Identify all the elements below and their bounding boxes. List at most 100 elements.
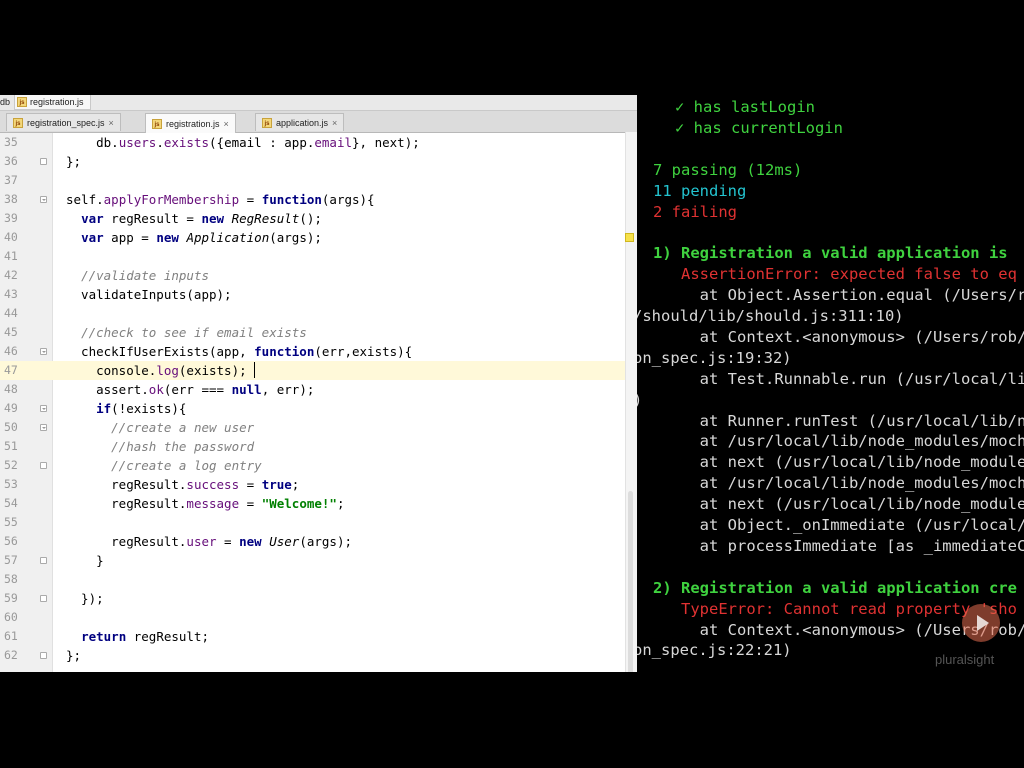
code-line[interactable]: 42 //validate inputs xyxy=(0,266,625,285)
code-line[interactable]: 50 //create a new user xyxy=(0,418,625,437)
code-line[interactable]: 60 xyxy=(0,608,625,627)
code-line[interactable]: 54 regResult.message = "Welcome!"; xyxy=(0,494,625,513)
js-file-icon: js xyxy=(262,117,272,128)
tab-application[interactable]: js application.js × xyxy=(255,113,345,131)
terminal-line: at Object._onImmediate (/usr/local/ xyxy=(653,516,1024,534)
code-text: var regResult = new RegResult(); xyxy=(81,211,322,226)
code-line[interactable]: 56 regResult.user = new User(args); xyxy=(0,532,625,551)
editor-tabs: js registration_spec.js × js registratio… xyxy=(0,111,637,133)
code-line[interactable]: 47 console.log(exists); xyxy=(0,361,625,380)
terminal-line: 2 failing xyxy=(653,202,737,221)
code-line[interactable]: 37 xyxy=(0,171,625,190)
line-number: 44 xyxy=(4,306,18,320)
code-line[interactable]: 44 xyxy=(0,304,625,323)
code-line[interactable]: 51 //hash the password xyxy=(0,437,625,456)
code-line[interactable]: 39 var regResult = new RegResult(); xyxy=(0,209,625,228)
terminal-line: at Context.<anonymous> (/Users/rob/ xyxy=(653,327,1024,346)
fold-toggle-icon[interactable] xyxy=(40,405,47,412)
code-line[interactable]: 58 xyxy=(0,570,625,589)
terminal-line: at Object.Assertion.equal (/Users/r xyxy=(653,286,1024,305)
js-file-icon: js xyxy=(17,97,27,107)
code-line[interactable]: 35 db.users.exists({email : app.email}, … xyxy=(0,133,625,152)
code-line[interactable]: 46 checkIfUserExists(app, function(err,e… xyxy=(0,342,625,361)
code-line[interactable]: 43 validateInputs(app); xyxy=(0,285,625,304)
breadcrumb-file-label: registration.js xyxy=(30,97,84,107)
code-text: //check to see if email exists xyxy=(81,325,307,340)
line-number: 39 xyxy=(4,211,18,225)
tab-registration[interactable]: js registration.js × xyxy=(145,113,236,133)
line-number: 52 xyxy=(4,458,18,472)
code-line[interactable]: 38 self.applyForMembership = function(arg… xyxy=(0,190,625,209)
code-line[interactable]: 41 xyxy=(0,247,625,266)
close-icon[interactable]: × xyxy=(109,118,114,128)
warning-marker-icon[interactable] xyxy=(625,233,634,242)
code-line[interactable]: 52 //create a log entry xyxy=(0,456,625,475)
code-line[interactable]: 40 var app = new Application(args); xyxy=(0,228,625,247)
code-line[interactable]: 49 if(!exists){ xyxy=(0,399,625,418)
terminal-line: at Test.Runnable.run (/usr/local/li xyxy=(653,369,1024,388)
line-number: 45 xyxy=(4,325,18,339)
fold-toggle-icon[interactable] xyxy=(40,595,47,602)
close-icon[interactable]: × xyxy=(224,119,229,129)
code-editor[interactable]: db js registration.js js registration_sp… xyxy=(0,95,637,672)
terminal-line: 7 passing (12ms) xyxy=(653,160,803,179)
fold-toggle-icon[interactable] xyxy=(40,424,47,431)
tab-label: registration_spec.js xyxy=(27,117,105,128)
code-text: checkIfUserExists(app, function(err,exis… xyxy=(66,344,413,359)
line-number: 55 xyxy=(4,515,18,529)
code-text: var app = new Application(args); xyxy=(81,230,322,245)
line-number: 49 xyxy=(4,401,18,415)
code-line[interactable]: 61 return regResult; xyxy=(0,627,625,646)
play-icon[interactable] xyxy=(962,604,1000,642)
code-text: self.applyForMembership = function(args)… xyxy=(66,192,375,207)
fold-toggle-icon[interactable] xyxy=(40,652,47,659)
line-number: 40 xyxy=(4,230,18,244)
fold-toggle-icon[interactable] xyxy=(40,348,47,355)
text-cursor xyxy=(254,362,255,378)
fold-toggle-icon[interactable] xyxy=(40,557,47,564)
code-line[interactable]: 55 xyxy=(0,513,625,532)
terminal-line: at next (/usr/local/lib/node_module xyxy=(653,453,1024,472)
tab-label: registration.js xyxy=(166,118,220,129)
line-number: 41 xyxy=(4,249,18,263)
code-line[interactable]: 36}; xyxy=(0,152,625,171)
code-text: regResult.user = new User(args); xyxy=(66,534,353,549)
watermark: pluralsight xyxy=(935,652,995,667)
code-line[interactable]: 53 regResult.success = true; xyxy=(0,475,625,494)
line-number: 42 xyxy=(4,268,18,282)
scrollbar-thumb[interactable] xyxy=(628,491,633,672)
code-line[interactable]: 45 //check to see if email exists xyxy=(0,323,625,342)
terminal-line: at Runner.runTest (/usr/local/lib/n xyxy=(653,411,1024,430)
fold-toggle-icon[interactable] xyxy=(40,196,47,203)
terminal-line: ✓ has lastLogin xyxy=(675,98,815,116)
code-text: console.log(exists); xyxy=(66,363,247,378)
code-text: db.users.exists({email : app.email}, nex… xyxy=(66,135,420,150)
breadcrumb-root[interactable]: db xyxy=(0,97,10,107)
js-file-icon: js xyxy=(152,118,162,129)
code-line[interactable]: 57 } xyxy=(0,551,625,570)
line-number: 56 xyxy=(4,534,18,548)
code-text: if(!exists){ xyxy=(96,401,187,416)
code-text: regResult.success = true; xyxy=(66,477,300,492)
code-text: assert.ok(err === null, err); xyxy=(66,382,315,397)
line-number: 59 xyxy=(4,591,18,605)
fold-toggle-icon[interactable] xyxy=(40,158,47,165)
terminal-line: at processImmediate [as _immediateC xyxy=(653,536,1024,555)
js-file-icon: js xyxy=(13,117,23,128)
tab-registration-spec[interactable]: js registration_spec.js × xyxy=(6,113,121,131)
code-text: //hash the password xyxy=(111,439,255,454)
breadcrumb-file[interactable]: js registration.js xyxy=(14,95,91,110)
fold-toggle-icon[interactable] xyxy=(40,462,47,469)
code-line[interactable]: 48 assert.ok(err === null, err); xyxy=(0,380,625,399)
terminal-output[interactable]: ✓ has lastLogin ✓ has currentLogin 7 passi… xyxy=(637,95,1024,672)
code-line[interactable]: 59 }); xyxy=(0,589,625,608)
line-number: 57 xyxy=(4,553,18,567)
line-number: 43 xyxy=(4,287,18,301)
code-text: }; xyxy=(66,154,82,169)
terminal-line: at /usr/local/lib/node_modules/moch xyxy=(653,474,1024,493)
close-icon[interactable]: × xyxy=(332,118,337,128)
code-text: //create a log entry xyxy=(111,458,262,473)
line-number: 35 xyxy=(4,135,18,149)
terminal-line: ) xyxy=(637,390,642,411)
code-line[interactable]: 62}; xyxy=(0,646,625,665)
